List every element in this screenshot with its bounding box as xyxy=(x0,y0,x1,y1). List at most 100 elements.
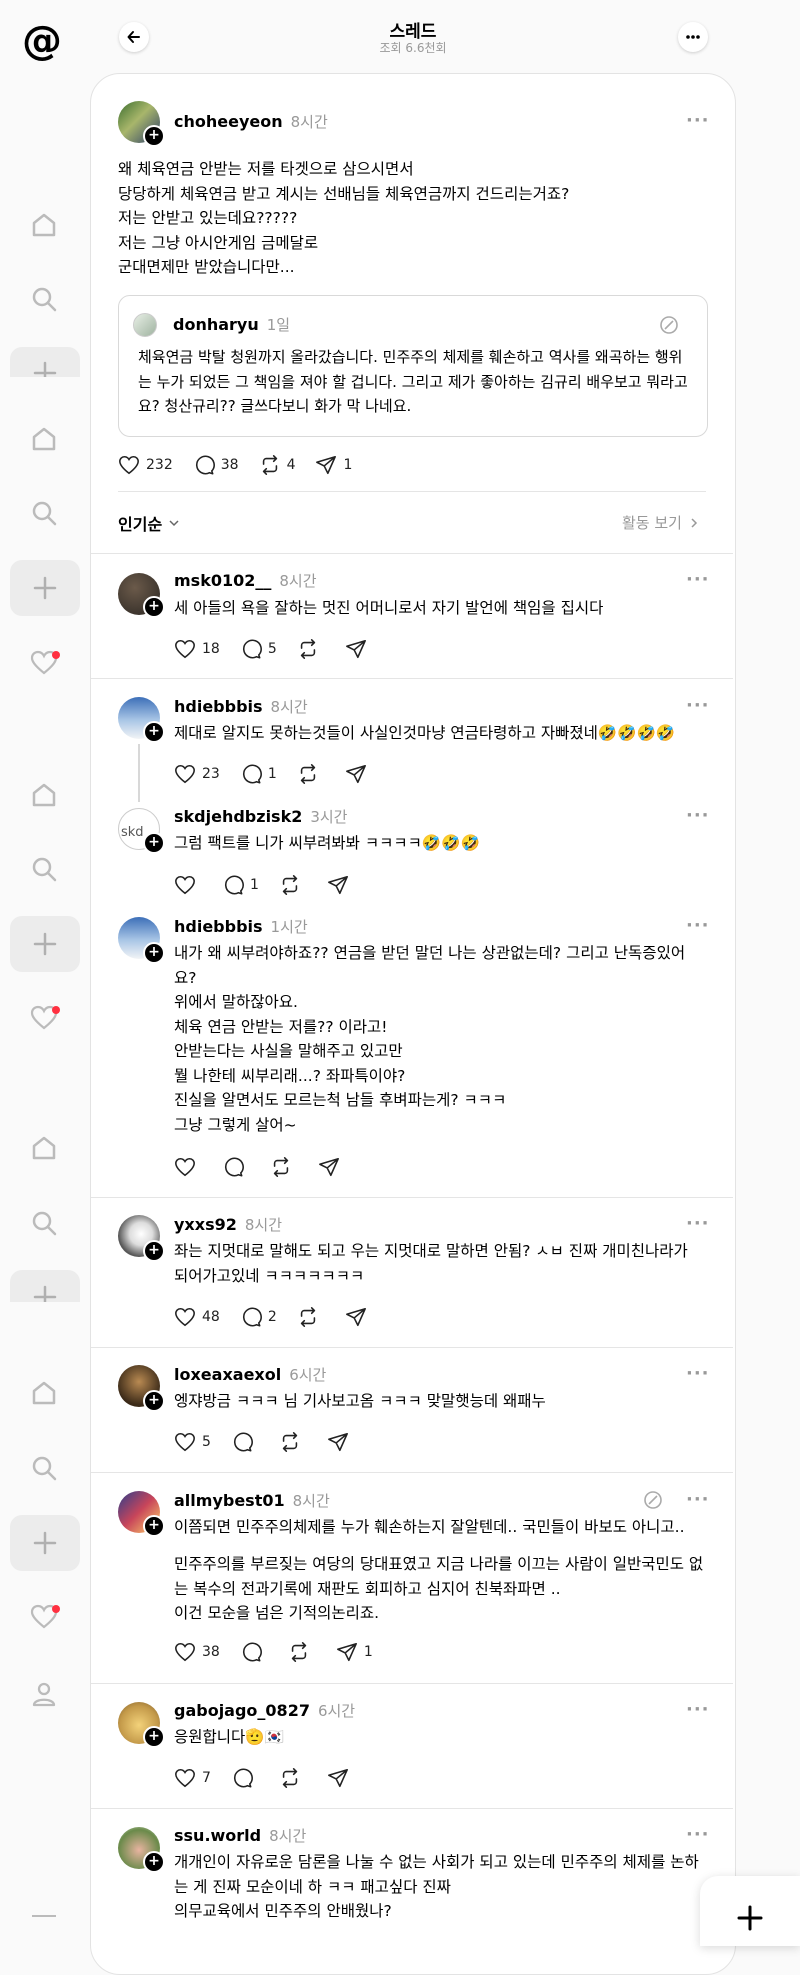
profile-icon[interactable] xyxy=(27,1677,61,1711)
sort-dropdown[interactable]: 인기순 xyxy=(118,511,180,535)
comment-author[interactable]: hdiebbbis 8시간 xyxy=(174,696,308,717)
reply-button[interactable]: 2 xyxy=(240,1306,277,1328)
comment-more-icon[interactable]: ··· xyxy=(686,1489,710,1510)
translate-icon[interactable] xyxy=(659,315,679,335)
reply-button[interactable] xyxy=(240,1641,268,1663)
translate-icon[interactable] xyxy=(643,1490,663,1510)
reply-button[interactable]: 5 xyxy=(240,638,277,660)
reply-button[interactable] xyxy=(231,1431,259,1453)
home-icon[interactable] xyxy=(27,422,61,456)
repost-button[interactable] xyxy=(297,763,325,785)
reply-button[interactable]: 38 xyxy=(193,454,239,476)
like-button[interactable]: 18 xyxy=(174,638,220,660)
create-button[interactable] xyxy=(10,347,80,377)
share-button[interactable]: 1 xyxy=(315,454,352,476)
like-button[interactable]: 5 xyxy=(174,1431,211,1453)
comment-author[interactable]: yxxs92 8시간 xyxy=(174,1214,282,1235)
search-icon[interactable] xyxy=(27,496,61,530)
comment-more-icon[interactable]: ··· xyxy=(686,1699,710,1720)
more-options-button[interactable] xyxy=(678,22,708,52)
like-button[interactable] xyxy=(174,874,202,896)
like-button[interactable]: 23 xyxy=(174,763,220,785)
repost-button[interactable] xyxy=(270,1156,298,1178)
share-button[interactable] xyxy=(327,1767,355,1789)
repost-icon xyxy=(300,639,315,659)
repost-button[interactable]: 4 xyxy=(259,454,295,476)
follow-plus-icon[interactable]: + xyxy=(143,596,165,618)
comment-more-icon[interactable]: ··· xyxy=(686,695,710,716)
comment-more-icon[interactable]: ··· xyxy=(686,805,710,826)
comment-actions: 48 2 xyxy=(174,1304,393,1330)
like-button[interactable]: 48 xyxy=(174,1306,220,1328)
comment-author[interactable]: gabojago_0827 6시간 xyxy=(174,1700,355,1721)
search-icon[interactable] xyxy=(27,852,61,886)
search-icon[interactable] xyxy=(27,1451,61,1485)
comment-more-icon[interactable]: ··· xyxy=(686,1824,710,1845)
home-icon[interactable] xyxy=(27,778,61,812)
quoted-avatar xyxy=(133,313,157,337)
follow-plus-icon[interactable]: + xyxy=(143,942,165,964)
follow-plus-icon[interactable]: + xyxy=(143,1515,165,1537)
home-icon[interactable] xyxy=(27,1131,61,1165)
home-icon[interactable] xyxy=(27,208,61,242)
follow-plus-icon[interactable]: + xyxy=(143,1851,165,1873)
notification-dot xyxy=(52,1006,60,1014)
threads-logo-icon[interactable]: @ xyxy=(22,18,62,62)
menu-icon[interactable] xyxy=(32,1915,56,1917)
repost-icon xyxy=(262,455,277,475)
create-button[interactable] xyxy=(10,560,80,616)
repost-button[interactable] xyxy=(297,1306,325,1328)
share-button[interactable] xyxy=(327,1431,355,1453)
follow-plus-icon[interactable]: + xyxy=(143,832,165,854)
reply-button[interactable]: 1 xyxy=(240,763,277,785)
compose-button[interactable] xyxy=(700,1876,800,1946)
reply-button[interactable] xyxy=(222,1156,250,1178)
create-button[interactable] xyxy=(10,1270,80,1302)
follow-plus-icon[interactable]: + xyxy=(143,1390,165,1412)
repost-button[interactable] xyxy=(288,1641,316,1663)
comment-more-icon[interactable]: ··· xyxy=(686,569,710,590)
follow-plus-icon[interactable]: + xyxy=(143,125,165,147)
share-button[interactable]: 1 xyxy=(336,1641,373,1663)
like-button[interactable]: 7 xyxy=(174,1767,211,1789)
repost-button[interactable] xyxy=(279,1767,307,1789)
share-button[interactable] xyxy=(327,874,355,896)
create-button[interactable] xyxy=(10,1515,80,1571)
comment-author[interactable]: hdiebbbis 1시간 xyxy=(174,916,308,937)
repost-button[interactable] xyxy=(297,638,325,660)
comment-author[interactable]: skdjehdbzisk2 3시간 xyxy=(174,806,348,827)
view-activity-link[interactable]: 활동 보기 xyxy=(622,512,700,533)
comment-author[interactable]: msk0102__ 8시간 xyxy=(174,570,317,591)
post-more-icon[interactable]: ··· xyxy=(686,110,710,131)
share-button[interactable] xyxy=(345,763,373,785)
share-button[interactable] xyxy=(318,1156,346,1178)
share-button[interactable] xyxy=(345,638,373,660)
search-icon[interactable] xyxy=(27,1206,61,1240)
home-icon[interactable] xyxy=(27,1376,61,1410)
reply-button[interactable]: 1 xyxy=(222,874,259,896)
repost-button[interactable] xyxy=(279,1431,307,1453)
like-button[interactable] xyxy=(174,1156,202,1178)
like-button[interactable]: 232 xyxy=(118,454,173,476)
comment-author[interactable]: loxeaxaexol 6시간 xyxy=(174,1364,326,1385)
comment-author[interactable]: ssu.world 8시간 xyxy=(174,1825,306,1846)
comment-more-icon[interactable]: ··· xyxy=(686,1363,710,1384)
like-button[interactable]: 38 xyxy=(174,1641,220,1663)
view-count: 조회 6.6천회 xyxy=(379,41,447,55)
create-button[interactable] xyxy=(10,916,80,972)
search-icon[interactable] xyxy=(27,282,61,316)
comment-more-icon[interactable]: ··· xyxy=(686,915,710,936)
repost-button[interactable] xyxy=(279,874,307,896)
comment-more-icon[interactable]: ··· xyxy=(686,1213,710,1234)
follow-plus-icon[interactable]: + xyxy=(143,721,165,743)
post-author[interactable]: choheeyeon 8시간 xyxy=(174,111,328,132)
share-button[interactable] xyxy=(345,1306,373,1328)
follow-plus-icon[interactable]: + xyxy=(143,1240,165,1262)
comment-author[interactable]: allmybest01 8시간 xyxy=(174,1490,330,1511)
send-icon xyxy=(345,639,366,659)
quoted-post[interactable]: donharyu 1일 체육연금 박탈 청원까지 올라갔습니다. 민주주의 체제를… xyxy=(118,295,708,437)
comment-actions: 38 1 xyxy=(174,1639,393,1665)
send-icon xyxy=(345,764,366,784)
follow-plus-icon[interactable]: + xyxy=(143,1726,165,1748)
reply-button[interactable] xyxy=(231,1767,259,1789)
